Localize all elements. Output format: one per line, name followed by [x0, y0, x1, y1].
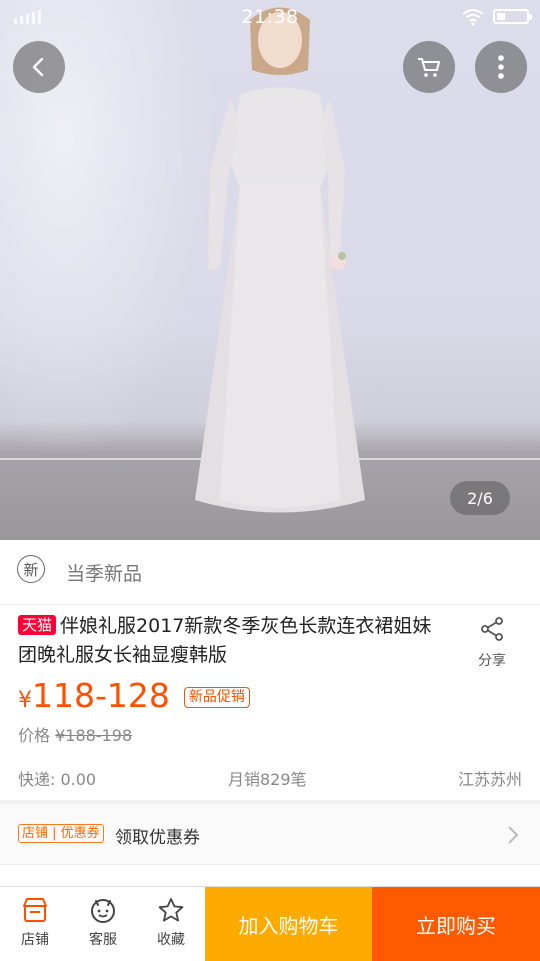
- star-icon: [158, 898, 184, 922]
- share-label: 分享: [478, 653, 506, 669]
- shop-icon: [23, 898, 47, 922]
- status-time: 21:38: [241, 6, 299, 28]
- original-price-row: 价格 ¥188-198: [18, 722, 132, 746]
- product-title: 天猫 伴娘礼服2017新款冬季灰色长款连衣裙姐妹团晚礼服女长袖显瘦韩版: [18, 612, 448, 670]
- tab-favorite[interactable]: 收藏: [138, 887, 204, 961]
- price-row: ¥ 118-128 新品促销: [18, 676, 250, 718]
- season-label: 当季新品: [66, 563, 143, 585]
- share-button[interactable]: 分享: [470, 616, 514, 670]
- bottom-action-bar: 店铺 客服 收藏 加入购物车 立即购买: [0, 886, 540, 961]
- buy-now-button[interactable]: 立即购买: [372, 887, 540, 961]
- status-bar: 21:38: [0, 0, 540, 34]
- price-symbol: ¥: [18, 688, 32, 713]
- customer-service-icon: [91, 899, 115, 923]
- monthly-sales: 月销829笔: [228, 770, 307, 789]
- wifi-icon: [462, 9, 484, 26]
- tab-shop[interactable]: 店铺: [2, 887, 68, 961]
- season-new-row: 新 当季新品: [0, 540, 540, 605]
- chevron-right-icon: [508, 826, 519, 844]
- new-icon: 新: [17, 555, 45, 583]
- original-price: ¥188-198: [55, 726, 133, 745]
- chevron-left-icon: [32, 57, 44, 77]
- more-button[interactable]: [475, 41, 527, 93]
- shipping-fee: 快递: 0.00: [18, 770, 97, 789]
- price-value: 118-128: [32, 676, 170, 715]
- dress-photo: [195, 7, 365, 513]
- meta-row: 快递: 0.00 月销829笔 江苏苏州: [18, 766, 522, 790]
- coupon-label: 领取优惠券: [115, 828, 200, 848]
- product-title-text: 伴娘礼服2017新款冬季灰色长款连衣裙姐妹团晚礼服女长袖显瘦韩版: [18, 615, 432, 666]
- tab-customer-service-label: 客服: [89, 932, 117, 948]
- tmall-badge: 天猫: [18, 615, 57, 635]
- product-image-gallery[interactable]: [0, 0, 540, 540]
- shipping-location: 江苏苏州: [457, 770, 522, 789]
- cart-icon: [418, 58, 440, 77]
- cart-button[interactable]: [403, 41, 455, 93]
- tab-shop-label: 店铺: [21, 932, 49, 948]
- original-price-label: 价格: [18, 726, 51, 745]
- tab-customer-service[interactable]: 客服: [70, 887, 136, 961]
- add-to-cart-button[interactable]: 加入购物车: [205, 887, 372, 961]
- battery-icon: [493, 9, 532, 24]
- promo-tag: 新品促销: [183, 687, 250, 708]
- share-icon: [481, 617, 503, 641]
- gallery-page-indicator: 2/6: [450, 481, 510, 515]
- more-vertical-icon: [498, 55, 504, 79]
- tab-favorite-label: 收藏: [157, 932, 185, 948]
- back-button[interactable]: [13, 41, 65, 93]
- coupon-tag: 店铺 | 优惠券: [18, 824, 104, 843]
- coupon-row[interactable]: 店铺 | 优惠券 领取优惠券: [0, 804, 540, 865]
